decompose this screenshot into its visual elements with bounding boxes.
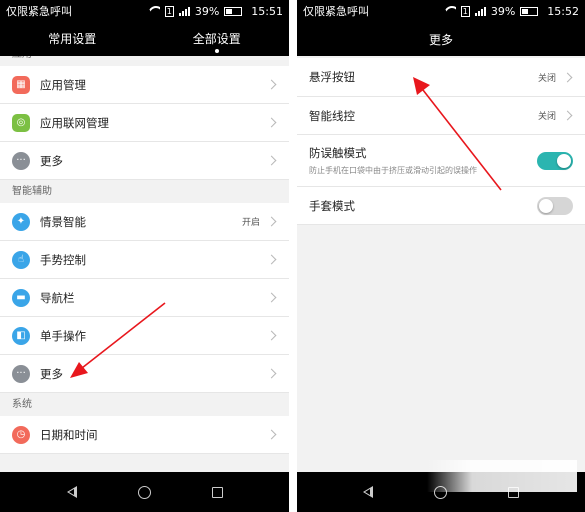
grid-icon: ▦ <box>12 75 30 94</box>
chevron-right-icon <box>266 292 277 303</box>
item-label: 导航栏 <box>40 290 75 305</box>
section-header-system: 系统 <box>0 393 289 416</box>
item-value: 开启 <box>241 218 260 228</box>
item-value: 关闭 <box>537 112 556 122</box>
title-bar: 更多 <box>297 22 585 56</box>
right-screen: 仅限紧急呼叫 1 39% 15:52 更多 悬浮按钮 关闭 智能线控 关闭 防误… <box>297 0 585 512</box>
settings-item-apps-more[interactable]: ··· 更多 <box>0 142 289 180</box>
settings-item-one-hand[interactable]: ◧ 单手操作 <box>0 317 289 355</box>
home-icon[interactable] <box>137 485 151 499</box>
settings-item-smart-scene[interactable]: ✦ 情景智能 开启 <box>0 203 289 241</box>
back-icon[interactable] <box>66 486 77 498</box>
chevron-right-icon <box>562 110 573 121</box>
sim-icon: 1 <box>460 5 470 17</box>
chevron-right-icon <box>562 72 573 82</box>
item-label: 手套模式 <box>309 198 355 213</box>
settings-item-anti-mistouch[interactable]: 防误触模式 防止手机在口袋中由于挤压或滑动引起的误操作 <box>297 135 585 187</box>
glove-mode-toggle[interactable] <box>537 196 573 215</box>
more-dots-icon: ··· <box>12 151 30 170</box>
item-label: 更多 <box>40 153 63 168</box>
status-bar: 仅限紧急呼叫 1 39% 15:52 <box>297 0 585 22</box>
chevron-right-icon <box>266 216 277 227</box>
tab-all-settings[interactable]: 全部设置 <box>145 22 290 56</box>
wifi-icon <box>148 6 160 16</box>
chevron-right-icon <box>266 79 277 90</box>
wifi-icon <box>444 6 456 16</box>
item-label: 悬浮按钮 <box>309 70 355 84</box>
page-title: 更多 <box>428 32 453 47</box>
bulb-icon: ✦ <box>12 212 30 231</box>
status-bar: 仅限紧急呼叫 1 39% 15:51 <box>0 0 289 22</box>
settings-item-gesture[interactable]: ☝ 手势控制 <box>0 241 289 279</box>
item-label: 智能线控 <box>309 108 355 123</box>
chevron-right-icon <box>266 155 277 166</box>
chevron-right-icon <box>266 117 277 128</box>
chevron-right-icon <box>266 330 277 341</box>
carrier-text: 仅限紧急呼叫 <box>303 5 369 18</box>
hand-icon: ☝ <box>12 250 30 269</box>
nav-bar-icon: ▬ <box>12 288 30 307</box>
settings-item-app-network[interactable]: ◎ 应用联网管理 <box>0 104 289 142</box>
item-label: 情景智能 <box>40 214 86 229</box>
signal-icon <box>178 6 190 16</box>
sim-icon: 1 <box>164 5 174 17</box>
battery-percent: 39% <box>490 4 516 18</box>
watermark-overlay <box>427 460 577 492</box>
section-header-smart-assist: 智能辅助 <box>0 180 289 203</box>
settings-item-date-time[interactable]: ◷ 日期和时间 <box>0 416 289 454</box>
battery-icon <box>520 6 539 16</box>
item-value: 关闭 <box>537 73 556 84</box>
settings-item-glove-mode[interactable]: 手套模式 <box>297 187 585 225</box>
carrier-text: 仅限紧急呼叫 <box>6 5 72 18</box>
left-screen: 仅限紧急呼叫 1 39% 15:51 常用设置 全部设置 应用 ▦ 应用管理 ◎… <box>0 0 289 512</box>
item-label: 应用管理 <box>40 77 86 92</box>
settings-item-smart-wire-control[interactable]: 智能线控 关闭 <box>297 97 585 135</box>
section-header-apps: 应用 <box>0 56 289 66</box>
tab-common-settings[interactable]: 常用设置 <box>0 22 145 56</box>
network-icon: ◎ <box>12 113 30 132</box>
battery-icon <box>224 6 243 16</box>
clock-icon: ◷ <box>12 425 30 444</box>
chevron-right-icon <box>266 254 277 265</box>
recent-apps-icon[interactable] <box>211 486 223 498</box>
settings-item-smart-more[interactable]: ··· 更多 <box>0 355 289 393</box>
item-label: 手势控制 <box>40 252 86 267</box>
settings-item-app-management[interactable]: ▦ 应用管理 <box>0 66 289 104</box>
back-icon[interactable] <box>363 486 374 498</box>
navigation-bar <box>0 472 289 512</box>
more-settings-list[interactable]: 悬浮按钮 关闭 智能线控 关闭 防误触模式 防止手机在口袋中由于挤压或滑动引起的… <box>297 56 585 472</box>
item-label: 日期和时间 <box>40 427 98 442</box>
item-label: 应用联网管理 <box>40 115 109 130</box>
item-label: 防误触模式 <box>309 146 367 160</box>
settings-item-nav-bar[interactable]: ▬ 导航栏 <box>0 279 289 317</box>
toggle-knob <box>539 198 553 213</box>
status-time: 15:52 <box>547 4 579 18</box>
chevron-right-icon <box>266 368 277 379</box>
battery-percent: 39% <box>194 4 220 18</box>
chevron-right-icon <box>266 429 277 440</box>
settings-item-floating-button[interactable]: 悬浮按钮 关闭 <box>297 58 585 97</box>
item-label: 单手操作 <box>40 328 86 343</box>
one-hand-icon: ◧ <box>12 326 30 345</box>
item-label: 更多 <box>40 366 63 381</box>
settings-list[interactable]: 应用 ▦ 应用管理 ◎ 应用联网管理 ··· 更多 智能辅助 ✦ 情景智能 开启 <box>0 56 289 472</box>
anti-mistouch-toggle[interactable] <box>537 151 573 170</box>
signal-icon <box>474 6 486 16</box>
more-dots-icon: ··· <box>12 364 30 383</box>
settings-tabs: 常用设置 全部设置 <box>0 22 289 56</box>
toggle-knob <box>557 153 571 168</box>
status-time: 15:51 <box>251 4 283 18</box>
item-description: 防止手机在口袋中由于挤压或滑动引起的误操作 <box>309 166 477 175</box>
